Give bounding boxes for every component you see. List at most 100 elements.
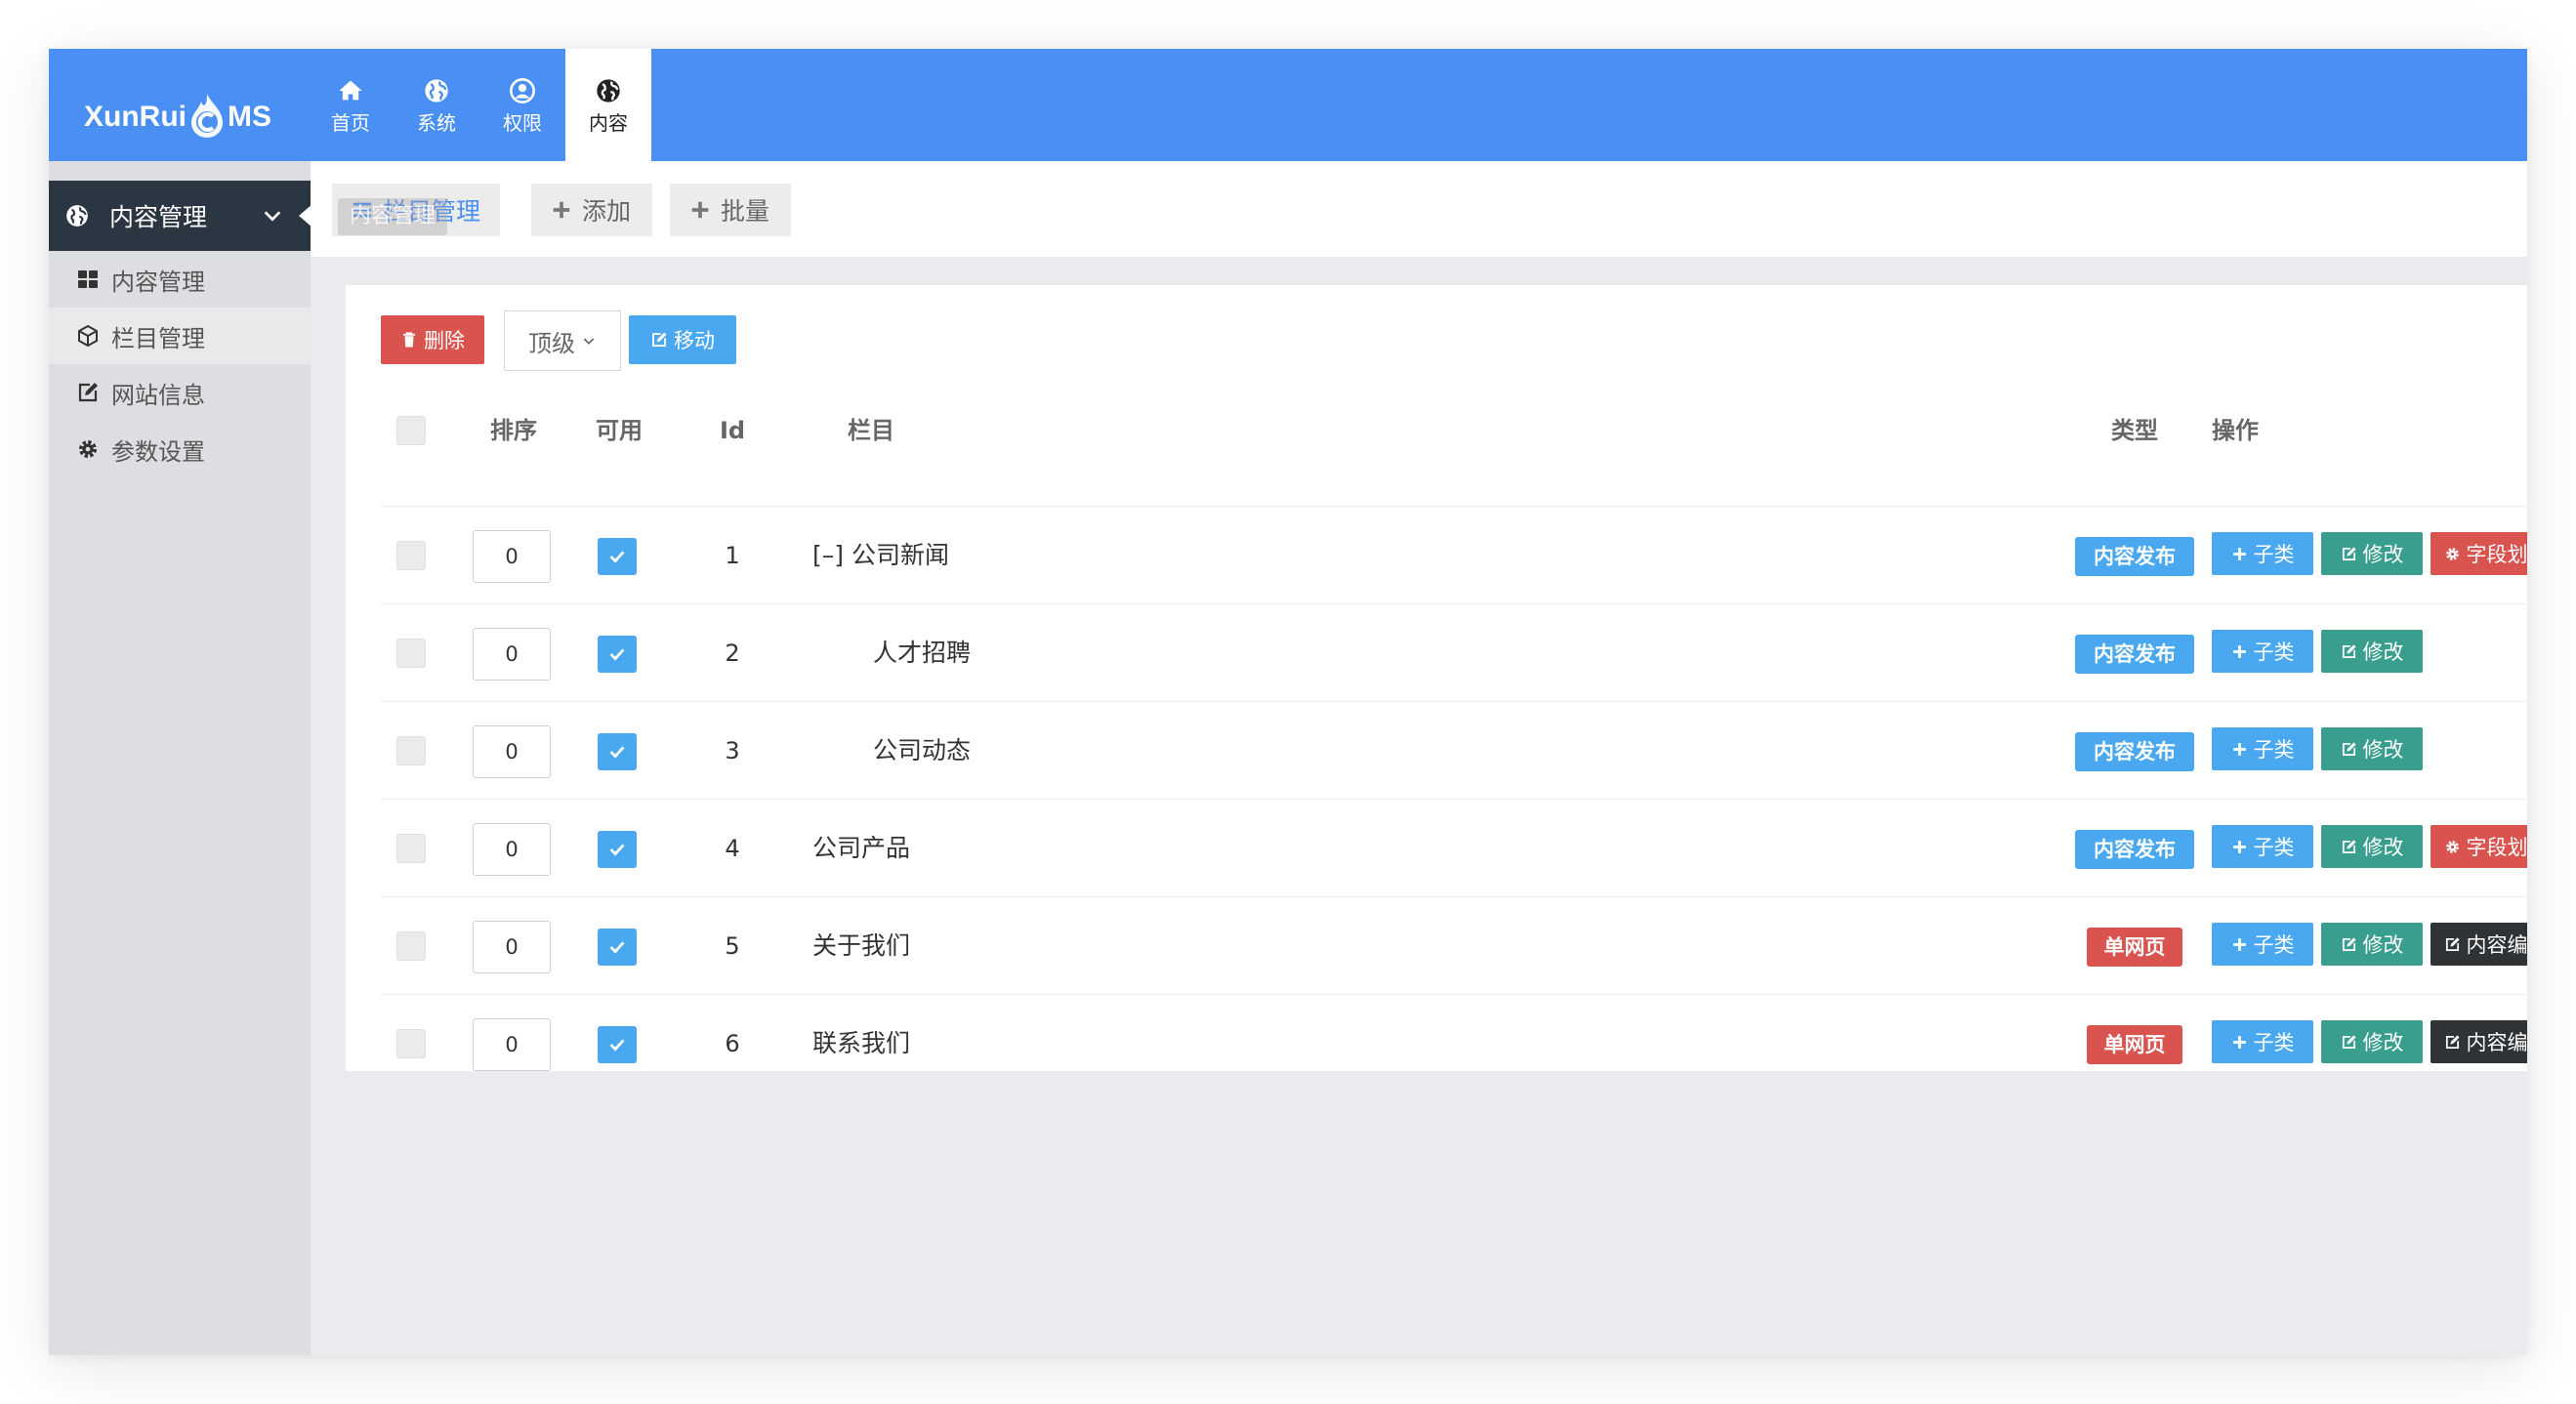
order-input[interactable]: 0 bbox=[473, 628, 551, 681]
add-child-button[interactable]: 子类 bbox=[2212, 923, 2313, 966]
op-label: 子类 bbox=[2253, 1031, 2295, 1054]
column-name[interactable]: 关于我们 bbox=[812, 897, 910, 995]
select-all-checkbox[interactable] bbox=[396, 416, 426, 445]
op-label: 内容编辑 bbox=[2466, 933, 2528, 957]
home-icon bbox=[339, 80, 362, 100]
plus-icon bbox=[2232, 840, 2246, 853]
column-name[interactable]: 人才招聘 bbox=[873, 604, 971, 702]
add-child-button[interactable]: 子类 bbox=[2212, 825, 2313, 868]
table-row: 0 2 人才招聘 内容发布 子类 修改 bbox=[381, 603, 2527, 702]
plus-icon bbox=[2232, 742, 2246, 756]
op-label: 子类 bbox=[2253, 738, 2295, 762]
cube-icon bbox=[78, 325, 98, 347]
edit-button[interactable]: 修改 bbox=[2321, 1020, 2423, 1063]
plus-icon bbox=[2232, 1035, 2246, 1049]
sidebar-item-label: 内容管理 bbox=[111, 268, 205, 296]
order-input[interactable]: 0 bbox=[473, 1018, 551, 1071]
tab-add[interactable]: 添加 bbox=[531, 184, 652, 236]
row-checkbox[interactable] bbox=[396, 931, 426, 961]
field-partition-button[interactable]: 字段划分 bbox=[2431, 825, 2527, 868]
check-icon bbox=[609, 746, 625, 759]
order-input[interactable]: 0 bbox=[473, 823, 551, 876]
available-checkbox[interactable] bbox=[598, 929, 637, 966]
nav-home[interactable]: 首页 bbox=[308, 49, 394, 161]
table-row: 0 1 [–] 公司新闻 内容发布 子类 修改 字段划分 bbox=[381, 506, 2527, 604]
user-icon bbox=[510, 77, 535, 103]
nav-permission[interactable]: 权限 bbox=[479, 49, 565, 161]
order-input[interactable]: 0 bbox=[473, 921, 551, 973]
column-name[interactable]: 联系我们 bbox=[812, 995, 910, 1093]
available-checkbox[interactable] bbox=[598, 538, 637, 575]
type-badge: 单网页 bbox=[2087, 928, 2182, 967]
row-checkbox[interactable] bbox=[396, 834, 426, 863]
available-checkbox[interactable] bbox=[598, 831, 637, 868]
sidebar: 内容管理 内容管理 栏目管理 网站信息 参数设置 bbox=[49, 161, 312, 1355]
tab-batch[interactable]: 批量 bbox=[670, 184, 791, 236]
available-checkbox[interactable] bbox=[598, 636, 637, 673]
row-checkbox[interactable] bbox=[396, 639, 426, 668]
level-select[interactable]: 顶级 bbox=[504, 310, 621, 371]
add-child-button[interactable]: 子类 bbox=[2212, 630, 2313, 673]
type-badge: 内容发布 bbox=[2075, 830, 2194, 869]
edit-button[interactable]: 修改 bbox=[2321, 727, 2423, 770]
edit-button[interactable]: 修改 bbox=[2321, 923, 2423, 966]
edit-button[interactable]: 修改 bbox=[2321, 825, 2423, 868]
content-edit-button[interactable]: 内容编辑 bbox=[2431, 1020, 2527, 1063]
sidebar-item-settings[interactable]: 参数设置 bbox=[49, 421, 311, 477]
sidebar-item-label: 网站信息 bbox=[111, 381, 205, 409]
order-input[interactable]: 0 bbox=[473, 725, 551, 778]
edit-button[interactable]: 修改 bbox=[2321, 532, 2423, 575]
row-id: 3 bbox=[725, 737, 740, 764]
move-button[interactable]: 移动 bbox=[629, 315, 736, 364]
column-name[interactable]: 公司产品 bbox=[812, 800, 910, 897]
sidebar-item-label: 参数设置 bbox=[111, 437, 205, 466]
column-name[interactable]: 公司动态 bbox=[873, 702, 971, 800]
row-id: 2 bbox=[725, 640, 740, 667]
tab-label: 添加 bbox=[582, 197, 632, 226]
header-ops: 操作 bbox=[2212, 417, 2259, 444]
edit-icon bbox=[2342, 839, 2356, 853]
row-checkbox[interactable] bbox=[396, 1029, 426, 1058]
globe-icon bbox=[425, 78, 448, 103]
edit-icon bbox=[2342, 936, 2356, 951]
edit-icon bbox=[2445, 1034, 2460, 1049]
edit-icon bbox=[2342, 1034, 2356, 1049]
delete-button[interactable]: 删除 bbox=[381, 315, 484, 364]
edit-icon bbox=[78, 383, 98, 402]
tab-label: 批量 bbox=[721, 197, 770, 226]
sidebar-item-content[interactable]: 内容管理 bbox=[49, 251, 311, 308]
add-child-button[interactable]: 子类 bbox=[2212, 727, 2313, 770]
top-nav: 首页 系统 权限 内容 bbox=[308, 49, 651, 161]
content-edit-button[interactable]: 内容编辑 bbox=[2431, 923, 2527, 966]
op-label: 修改 bbox=[2362, 640, 2404, 664]
globe-icon bbox=[597, 78, 620, 103]
add-child-button[interactable]: 子类 bbox=[2212, 532, 2313, 575]
sidebar-item-column[interactable]: 栏目管理 bbox=[49, 308, 311, 364]
table-row: 0 6 联系我们 单网页 子类 修改 内容编辑 bbox=[381, 994, 2527, 1093]
move-button-label: 移动 bbox=[674, 329, 715, 352]
chevron-down-icon bbox=[264, 211, 281, 222]
nav-system-label: 系统 bbox=[417, 110, 456, 135]
order-input[interactable]: 0 bbox=[473, 530, 551, 583]
edit-button[interactable]: 修改 bbox=[2321, 630, 2423, 673]
available-checkbox[interactable] bbox=[598, 733, 637, 770]
sidebar-header[interactable]: 内容管理 bbox=[49, 181, 312, 251]
add-child-button[interactable]: 子类 bbox=[2212, 1020, 2313, 1063]
check-icon bbox=[609, 551, 625, 563]
nav-content[interactable]: 内容 bbox=[565, 49, 651, 161]
gear-icon bbox=[79, 440, 97, 458]
field-partition-button[interactable]: 字段划分 bbox=[2431, 532, 2527, 575]
row-checkbox[interactable] bbox=[396, 541, 426, 570]
gear-icon bbox=[2445, 547, 2459, 560]
edit-icon bbox=[652, 332, 667, 347]
column-name[interactable]: [–] 公司新闻 bbox=[812, 507, 949, 604]
table-row: 0 3 公司动态 内容发布 子类 修改 bbox=[381, 701, 2527, 800]
row-checkbox[interactable] bbox=[396, 736, 426, 765]
nav-home-label: 首页 bbox=[331, 110, 370, 135]
header-type: 类型 bbox=[2111, 417, 2158, 444]
tab-column-manage[interactable]: 栏目管理 bbox=[332, 184, 500, 236]
available-checkbox[interactable] bbox=[598, 1026, 637, 1063]
nav-system[interactable]: 系统 bbox=[394, 49, 479, 161]
op-label: 子类 bbox=[2253, 640, 2295, 664]
sidebar-item-site-info[interactable]: 网站信息 bbox=[49, 364, 311, 421]
